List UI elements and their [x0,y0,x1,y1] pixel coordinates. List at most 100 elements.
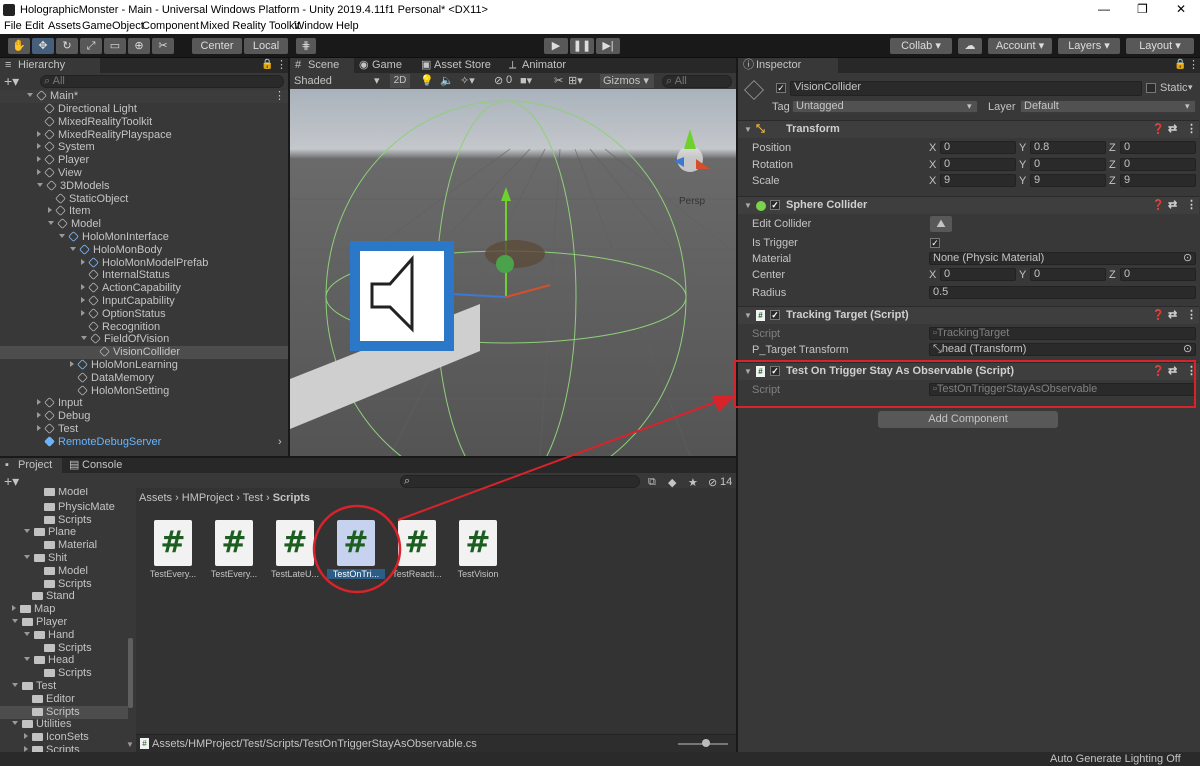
shading-dropdown[interactable]: Shaded ▾ [292,74,384,88]
grid-icon[interactable]: ⊞▾ [568,74,583,87]
cloud-icon[interactable]: ☁ [958,38,982,54]
vector-y-field[interactable]: 0.8 [1030,141,1106,154]
expand-icon[interactable] [12,619,18,623]
rotate-tool-icon[interactable]: ↻ [56,38,78,54]
sphere-collider-enabled-checkbox[interactable]: ✓ [770,200,780,210]
vector-x-field[interactable]: 9 [940,174,1016,187]
gizmos-dropdown[interactable]: Gizmos ▾ [600,74,654,88]
hierarchy-item[interactable]: 3DModels [0,180,288,193]
expand-icon[interactable] [81,309,85,316]
expand-icon[interactable] [81,336,87,341]
foldout-icon[interactable]: ▼ [744,307,752,324]
lock-icon[interactable]: 🔒 [261,59,273,70]
expand-icon[interactable] [48,221,54,226]
project-folder-item[interactable]: Scripts [0,514,128,527]
hierarchy-item[interactable]: FieldOfVision [0,333,288,346]
hierarchy-search-input[interactable]: ⌕ All [40,75,284,88]
hierarchy-item[interactable]: Test [0,423,288,436]
pause-button[interactable]: ❚❚ [570,38,594,54]
project-folder-item[interactable]: Editor [0,693,128,706]
close-button[interactable]: ✕ [1176,2,1186,16]
script-file-label[interactable]: TestVision [449,569,507,579]
script-file-label[interactable]: TestEvery... [205,569,263,579]
hierarchy-item[interactable]: HoloMonInterface [0,231,288,244]
menu-mrtk[interactable]: Mixed Reality Toolkit [200,20,300,32]
project-folder-item[interactable]: Scripts [0,744,128,752]
inspector-lock-icon[interactable]: 🔒 [1174,59,1186,70]
expand-icon[interactable] [37,399,41,406]
menu-file[interactable]: File [4,20,22,32]
tab-project[interactable]: ▪ Project [0,458,62,473]
expand-icon[interactable] [24,555,30,559]
cs-script-icon[interactable]: # [337,520,375,566]
tree-scroll-down-icon[interactable]: ▼ [126,740,134,749]
is-trigger-checkbox[interactable]: ✓ [930,238,940,248]
vector-x-field[interactable]: 0 [940,268,1016,281]
expand-icon[interactable] [37,130,41,137]
hand-tool-icon[interactable]: ✋ [8,38,30,54]
tab-scene[interactable]: # Scene [290,58,354,73]
vector-x-field[interactable]: 0 [940,158,1016,171]
expand-icon[interactable] [81,258,85,265]
vector-y-field[interactable]: 0 [1030,268,1106,281]
hierarchy-item[interactable]: ActionCapability [0,282,288,295]
scale-tool-icon[interactable]: ⤢ [80,38,102,54]
target-transform-field[interactable]: ⤡head (Transform) ⊙ [929,343,1196,356]
play-button[interactable]: ▶ [544,38,568,54]
foldout-icon[interactable]: ▼ [744,197,752,214]
project-folder-item[interactable]: PhysicMate [0,501,128,514]
hierarchy-item[interactable]: RemoteDebugServer › [0,436,288,449]
audio-icon[interactable]: 🔈 [440,74,454,87]
vector-y-field[interactable]: 0 [1030,158,1106,171]
hierarchy-item[interactable]: System [0,141,288,154]
visibility-icon[interactable]: ⊘ [494,74,503,87]
tab-console[interactable]: ▤ Console [64,458,130,473]
hierarchy-item[interactable]: Item [0,205,288,218]
collab-dropdown[interactable]: Collab ▾ [890,38,952,54]
hierarchy-item[interactable]: MixedRealityToolkit [0,116,288,129]
minimize-button[interactable]: — [1098,2,1110,16]
expand-icon[interactable] [12,605,16,612]
menu-gameobject[interactable]: GameObject [82,20,144,32]
layer-dropdown[interactable]: Default ▾ [1020,100,1196,113]
help-icon[interactable]: ❓ [1152,197,1164,214]
step-button[interactable]: ▶| [596,38,620,54]
tab-asset-store[interactable]: ▣ Asset Store [416,58,504,73]
hierarchy-item[interactable]: HoloMonSetting [0,385,288,398]
project-folder-item[interactable]: Plane [0,526,128,539]
add-component-button[interactable]: Add Component [878,411,1058,428]
hierarchy-item[interactable]: InputCapability [0,295,288,308]
breadcrumb-assets[interactable]: Assets [139,492,172,504]
script-file-label[interactable]: TestOnTri... [327,569,385,579]
expand-icon[interactable] [24,631,30,636]
effects-icon[interactable]: ✧▾ [460,74,475,87]
foldout-icon[interactable]: ▼ [744,121,752,138]
object-picker-icon[interactable]: ⊙ [1183,253,1192,264]
hierarchy-item[interactable]: OptionStatus [0,308,288,321]
scene-search-input[interactable]: ⌕ All [662,75,732,88]
cs-script-icon[interactable]: # [215,520,253,566]
expand-icon[interactable] [24,733,28,740]
tab-animator[interactable]: ⟂ Animator [504,58,584,73]
tab-game[interactable]: ◉ Game [354,58,416,73]
expand-icon[interactable] [59,234,65,238]
breadcrumb-hmproject[interactable]: HMProject [182,492,233,504]
expand-icon[interactable] [81,284,85,291]
restore-button[interactable]: ❐ [1137,2,1148,16]
hierarchy-item[interactable]: VisionCollider [0,346,288,360]
hierarchy-item[interactable]: Debug [0,410,288,423]
vector-z-field[interactable]: 9 [1120,174,1196,187]
menu-help[interactable]: Help [336,20,359,32]
camera-icon[interactable]: ■▾ [520,74,532,87]
object-picker-icon[interactable]: ⊙ [1183,344,1192,355]
hierarchy-item[interactable]: HoloMonLearning [0,359,288,372]
project-folder-item[interactable]: Scripts [0,642,128,655]
inspector-more-icon[interactable]: ⋮ [1188,58,1199,71]
layers-dropdown[interactable]: Layers ▾ [1058,38,1120,54]
hierarchy-item[interactable]: StaticObject [0,193,288,206]
custom-tool-icon[interactable]: ✂ [152,38,174,54]
preset-icon[interactable]: ⇄ [1168,121,1177,138]
project-folder-item[interactable]: Scripts [0,578,128,591]
chevron-right-icon[interactable]: › [278,436,282,449]
menu-window[interactable]: Window [294,20,333,32]
